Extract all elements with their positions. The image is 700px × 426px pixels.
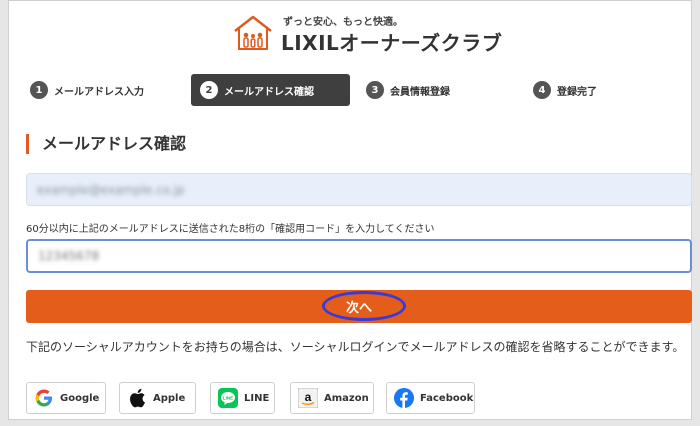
svg-text:a: a <box>305 390 312 404</box>
step-label: メールアドレス確認 <box>224 86 314 98</box>
code-value: 12345678 <box>38 249 100 263</box>
confirmation-code-input[interactable]: 12345678 <box>26 239 692 273</box>
amazon-icon: a <box>298 388 318 408</box>
google-icon <box>34 388 54 408</box>
facebook-icon <box>394 388 414 408</box>
step-email-confirm: 2 メールアドレス確認 <box>191 74 350 106</box>
step-label: 会員情報登録 <box>390 86 450 98</box>
line-icon: LINE <box>218 388 238 408</box>
step-email-input: 1 メールアドレス入力 <box>30 74 144 106</box>
step-number: 1 <box>30 81 48 99</box>
email-value: example@example.co.jp <box>37 182 185 197</box>
progress-steps: 1 メールアドレス入力 2 メールアドレス確認 3 会員情報登録 4 登録完了 <box>24 74 684 106</box>
next-button-label: 次へ <box>345 301 372 316</box>
google-login-button[interactable]: Google <box>26 382 106 414</box>
step-complete: 4 登録完了 <box>533 74 597 106</box>
page-frame: ずっと安心、もっと快適。 LIXILオーナーズクラブ 1 メールアドレス入力 2… <box>8 0 692 420</box>
step-label: メールアドレス入力 <box>54 86 144 98</box>
house-family-icon <box>234 15 272 50</box>
amazon-label: Amazon <box>324 392 369 404</box>
next-button[interactable]: 次へ <box>26 290 692 323</box>
apple-login-button[interactable]: Apple <box>119 382 196 414</box>
page-title: メールアドレス確認 <box>26 134 186 154</box>
step-member-info: 3 会員情報登録 <box>366 74 450 106</box>
tagline: ずっと安心、もっと快適。 <box>283 17 403 28</box>
brand-name: LIXILオーナーズクラブ <box>281 31 503 55</box>
lixil-logo: ずっと安心、もっと快適。 LIXILオーナーズクラブ <box>231 13 503 55</box>
step-number: 4 <box>533 81 551 99</box>
apple-icon <box>127 388 147 408</box>
step-label: 登録完了 <box>557 86 597 98</box>
step-number: 3 <box>366 81 384 99</box>
line-label: LINE <box>244 392 270 404</box>
code-hint: 60分以内に上記のメールアドレスに送信された8桁の「確認用コード」を入力してくだ… <box>26 224 435 235</box>
facebook-label: Facebook <box>420 392 474 404</box>
google-label: Google <box>60 392 100 404</box>
line-login-button[interactable]: LINE LINE <box>210 382 275 414</box>
social-login-buttons: Google Apple LINE LINE a Amazon Facebook <box>26 382 692 414</box>
amazon-login-button[interactable]: a Amazon <box>290 382 374 414</box>
email-field: example@example.co.jp <box>26 173 692 206</box>
social-login-description: 下記のソーシャルアカウントをお持ちの場合は、ソーシャルログインでメールアドレスの… <box>26 340 685 354</box>
svg-text:LINE: LINE <box>223 396 233 401</box>
facebook-login-button[interactable]: Facebook <box>386 382 475 414</box>
step-number: 2 <box>200 81 218 99</box>
apple-label: Apple <box>153 392 186 404</box>
